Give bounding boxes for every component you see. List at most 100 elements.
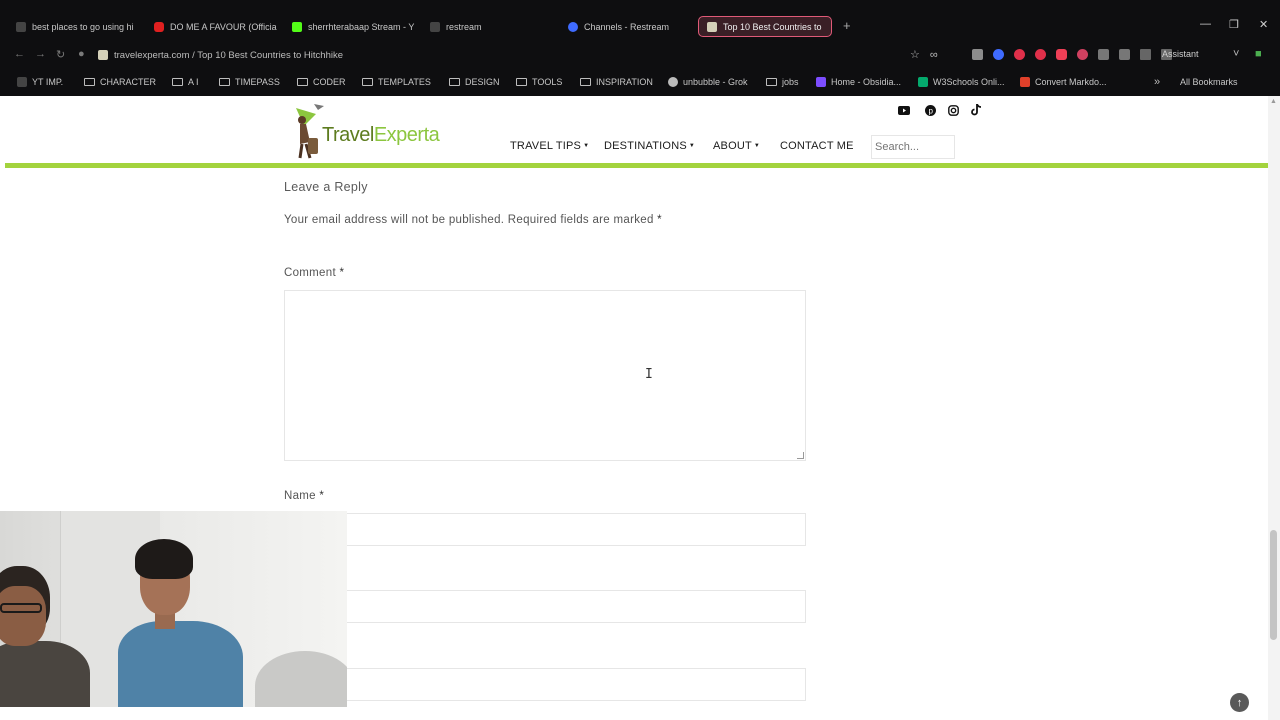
comment-label: Comment * (284, 267, 345, 279)
assistant-label: Assistant (1162, 49, 1199, 59)
menu-list-icon[interactable] (1139, 49, 1151, 60)
bookmark-folder[interactable]: A I (172, 77, 199, 87)
nav-about[interactable]: ABOUT ▼ (713, 140, 760, 152)
bookmark-folder[interactable]: DESIGN (449, 77, 500, 87)
header-divider (5, 163, 1268, 168)
logo-wordmark: TravelExperta (322, 124, 440, 146)
bookmark-star-icon[interactable]: ☆ (910, 48, 920, 61)
bookmark-folder[interactable]: TOOLS (516, 77, 562, 87)
threads-favicon-icon (17, 77, 27, 87)
restore-icon[interactable]: ❐ (1229, 18, 1239, 31)
threads-favicon-icon (16, 21, 26, 32)
arrow-up-icon: ↑ (1236, 696, 1243, 709)
w3schools-favicon-icon (918, 77, 928, 87)
close-window-icon[interactable]: ✕ (1259, 18, 1268, 31)
more-bookmarks-icon[interactable]: » (1154, 76, 1160, 88)
person-left-glasses (0, 603, 42, 613)
browser-tab[interactable]: best places to go using hi (8, 16, 143, 37)
text-cursor-icon: I (645, 367, 653, 382)
browser-tab[interactable]: restream (422, 16, 557, 37)
bookmark-folder[interactable]: TIMEPASS (219, 77, 280, 87)
toolbar-extensions: ☆ ∞ (910, 48, 1172, 61)
folder-icon (516, 78, 527, 86)
all-bookmarks-button[interactable]: All Bookmarks (1180, 77, 1238, 87)
bookmark-item[interactable]: YT IMP. (17, 77, 63, 87)
pinterest-icon[interactable]: p (924, 104, 936, 116)
website-field[interactable] (284, 668, 806, 701)
scrollbar-thumb[interactable] (1270, 530, 1277, 640)
grok-favicon-icon (668, 77, 678, 87)
name-field[interactable] (284, 513, 806, 546)
browser-tab[interactable]: Channels - Restream (560, 16, 695, 37)
new-tab-button[interactable]: + (843, 18, 851, 33)
nav-travel-tips[interactable]: TRAVEL TIPS ▼ (510, 140, 589, 152)
youtube-favicon-icon (154, 21, 164, 32)
tools-extension-icon[interactable] (1118, 49, 1130, 60)
bookmark-folder[interactable]: CHARACTER (84, 77, 156, 87)
restream-favicon-icon (430, 21, 440, 32)
bookmark-item[interactable]: unbubble - Grok (668, 77, 748, 87)
record-extension-icon[interactable] (1013, 49, 1025, 60)
forward-icon[interactable]: → (35, 48, 46, 60)
reply-heading: Leave a Reply (284, 180, 368, 194)
comment-textarea[interactable] (284, 290, 806, 461)
back-icon[interactable]: ← (14, 48, 25, 60)
profile-icon[interactable]: ■ (1255, 48, 1262, 60)
youtube-icon[interactable] (898, 104, 910, 116)
folder-icon (766, 78, 777, 86)
assistant-button[interactable]: Assistant (1162, 49, 1199, 59)
chrome-extension-icon[interactable] (992, 49, 1004, 60)
scroll-up-icon[interactable]: ▲ (1270, 98, 1277, 105)
bookmark-folder[interactable]: INSPIRATION (580, 77, 653, 87)
url-text: travelexperta.com / Top 10 Best Countrie… (114, 49, 343, 61)
media-extension-icon[interactable] (1076, 49, 1088, 60)
browser-tab[interactable]: sherrhterabaap Stream - Y (284, 16, 419, 37)
person-left-body (0, 641, 90, 707)
nav-destinations[interactable]: DESTINATIONS ▼ (604, 140, 695, 152)
bookmark-item[interactable]: Convert Markdo... (1020, 77, 1107, 87)
folder-icon (172, 78, 183, 86)
bookmark-item[interactable]: W3Schools Onli... (918, 77, 1005, 87)
site-header (5, 96, 1268, 164)
browser-tab[interactable]: DO ME A FAVOUR (Officia (146, 16, 281, 37)
instagram-icon[interactable] (947, 104, 959, 116)
folder-icon (362, 78, 373, 86)
pocket-extension-icon[interactable] (1055, 49, 1067, 60)
url-field[interactable]: travelexperta.com / Top 10 Best Countrie… (98, 45, 958, 65)
caret-down-icon: ▼ (688, 143, 696, 149)
camera-extension-icon[interactable] (971, 49, 983, 60)
tiktok-icon[interactable] (970, 104, 982, 116)
reload-icon[interactable]: ↻ (56, 48, 65, 61)
pause-extension-icon[interactable] (1034, 49, 1046, 60)
scroll-to-top-button[interactable]: ↑ (1230, 693, 1249, 712)
site-logo[interactable]: TravelExperta (286, 100, 446, 160)
folder-icon (84, 78, 95, 86)
kick-favicon-icon (292, 21, 302, 32)
traveler-logo-icon (296, 104, 324, 159)
puzzle-extension-icon[interactable] (1097, 49, 1109, 60)
person-left-face (0, 586, 46, 646)
chevron-down-icon[interactable]: ˅ (1233, 48, 1239, 60)
caret-down-icon: ▼ (753, 143, 761, 149)
restream-r-favicon-icon (568, 21, 578, 32)
link-icon[interactable]: ∞ (930, 49, 938, 61)
resize-handle-icon[interactable] (797, 452, 804, 459)
site-favicon-icon (98, 50, 108, 60)
webcam-overlay (0, 511, 347, 707)
email-field[interactable] (284, 590, 806, 623)
nav-contact[interactable]: CONTACT ME (780, 140, 854, 152)
obsidian-favicon-icon (816, 77, 826, 87)
bookmark-folder[interactable]: TEMPLATES (362, 77, 431, 87)
bookmark-folder[interactable]: CODER (297, 77, 346, 87)
folder-icon (449, 78, 460, 86)
bookmark-item[interactable]: Home - Obsidia... (816, 77, 901, 87)
minimize-icon[interactable]: — (1200, 18, 1211, 30)
travelexperta-favicon-icon (707, 21, 717, 32)
person-center-hair (135, 539, 193, 579)
markdown-favicon-icon (1020, 77, 1030, 87)
site-search-input[interactable] (871, 135, 955, 159)
form-notes: Your email address will not be published… (284, 214, 662, 226)
microphone-icon[interactable]: ● (78, 48, 85, 60)
browser-tab-active[interactable]: Top 10 Best Countries to (698, 16, 832, 37)
bookmark-folder[interactable]: jobs (766, 77, 799, 87)
